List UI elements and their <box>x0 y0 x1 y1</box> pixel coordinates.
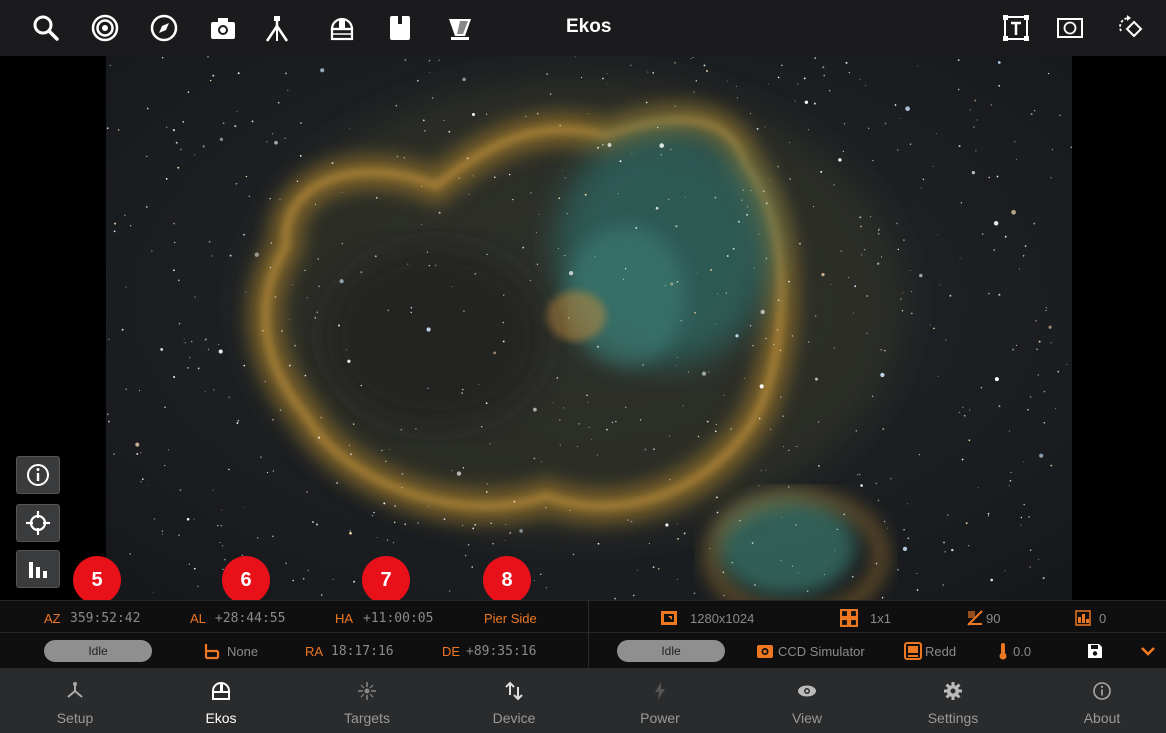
camera-name: CCD Simulator <box>778 644 865 659</box>
nav-label-view: View <box>791 710 823 726</box>
bottom-navigation: Setup Ekos Targets Device Power View Set… <box>0 668 1166 733</box>
crosshair-icon <box>26 511 50 535</box>
setup-icon <box>67 682 83 698</box>
flat-panel-icon[interactable] <box>444 12 476 44</box>
settings-icon <box>944 682 962 700</box>
al-label: AL <box>190 611 206 626</box>
image-viewer[interactable] <box>0 56 1166 600</box>
camera-icon[interactable] <box>207 12 239 44</box>
mount-status-pill: Idle <box>44 640 152 662</box>
binning-value: 1x1 <box>870 611 891 626</box>
offset-icon <box>1075 610 1091 626</box>
nav-label-about: About <box>1083 710 1121 726</box>
nav-item-power[interactable]: Power <box>587 668 733 733</box>
compass-icon[interactable] <box>148 12 180 44</box>
search-icon[interactable] <box>30 12 62 44</box>
az-label: AZ <box>44 611 61 626</box>
nav-item-view[interactable]: View <box>734 668 880 733</box>
pier-side-label: Pier Side <box>484 611 537 626</box>
de-label: DE <box>442 644 461 659</box>
gain-value: 90 <box>986 611 1001 626</box>
target-rings-icon[interactable] <box>89 12 121 44</box>
offset-value: 0 <box>1099 611 1107 626</box>
marker-8: 8 <box>483 556 531 604</box>
status-divider <box>588 600 589 668</box>
histogram-icon <box>29 562 47 578</box>
ha-label: HA <box>335 611 354 626</box>
al-value: +28:44:55 <box>215 611 286 626</box>
az-value: 359:52:42 <box>70 611 141 626</box>
device-icon <box>505 681 523 701</box>
frame-size-icon <box>661 611 677 625</box>
ekos-icon <box>212 682 230 700</box>
page-title: Ekos <box>566 16 612 37</box>
rotate-diamond-icon[interactable] <box>1114 12 1146 44</box>
marker-6: 6 <box>222 556 270 604</box>
nav-item-settings[interactable]: Settings <box>880 668 1026 733</box>
telescope-mount-icon[interactable] <box>261 12 293 44</box>
text-frame-icon[interactable] <box>1000 12 1032 44</box>
nav-item-about[interactable]: About <box>1029 668 1166 733</box>
save-icon[interactable] <box>1086 642 1104 660</box>
marker-5: 5 <box>73 556 121 604</box>
filter-icon <box>904 642 922 660</box>
resolution-value: 1280x1024 <box>690 611 755 626</box>
nav-item-device[interactable]: Device <box>441 668 587 733</box>
nav-label-device: Device <box>492 710 536 726</box>
dome-icon[interactable] <box>326 12 358 44</box>
top-toolbar: Ekos <box>0 0 1166 56</box>
camera-small-icon <box>757 645 773 658</box>
nav-item-ekos[interactable]: Ekos <box>148 668 294 733</box>
nav-label-power: Power <box>640 710 680 726</box>
filter-value: Redd <box>925 644 957 659</box>
histogram-button[interactable] <box>16 550 60 588</box>
marker-7: 7 <box>362 556 410 604</box>
targets-icon <box>358 682 376 700</box>
info-icon <box>27 464 49 486</box>
temperature-value: 0.0 <box>1013 644 1032 659</box>
nav-label-ekos: Ekos <box>205 710 237 726</box>
nav-item-setup[interactable]: Setup <box>2 668 148 733</box>
info-button[interactable] <box>16 456 60 494</box>
ra-label: RA <box>305 644 324 659</box>
crosshair-button[interactable] <box>16 504 60 542</box>
de-value: +89:35:16 <box>466 644 537 659</box>
ra-value: 18:17:16 <box>331 644 394 659</box>
ha-value: +11:00:05 <box>363 611 434 626</box>
about-icon <box>1093 682 1111 700</box>
view-icon <box>798 685 816 697</box>
status-row-coordinates: AZ 359:52:42 AL +28:44:55 HA +11:00:05 P… <box>0 600 1166 632</box>
filter-wheel-icon[interactable] <box>384 12 416 44</box>
nav-label-settings: Settings <box>927 710 979 726</box>
park-icon <box>204 644 220 660</box>
chevron-down-icon[interactable] <box>1139 642 1157 660</box>
status-row-mount: Idle None RA 18:17:16 DE +89:35:16 Idle … <box>0 632 1166 668</box>
nav-label-setup: Setup <box>56 710 94 726</box>
binning-icon <box>840 609 858 627</box>
power-icon <box>655 682 665 700</box>
nav-label-targets: Targets <box>344 710 390 726</box>
camera-status-pill: Idle <box>617 640 725 662</box>
nebula-image[interactable] <box>106 56 1072 600</box>
gain-icon <box>967 610 983 626</box>
viewfinder-icon[interactable] <box>1054 12 1086 44</box>
thermometer-icon <box>999 643 1007 660</box>
park-value: None <box>227 644 259 659</box>
nav-item-targets[interactable]: Targets <box>294 668 440 733</box>
